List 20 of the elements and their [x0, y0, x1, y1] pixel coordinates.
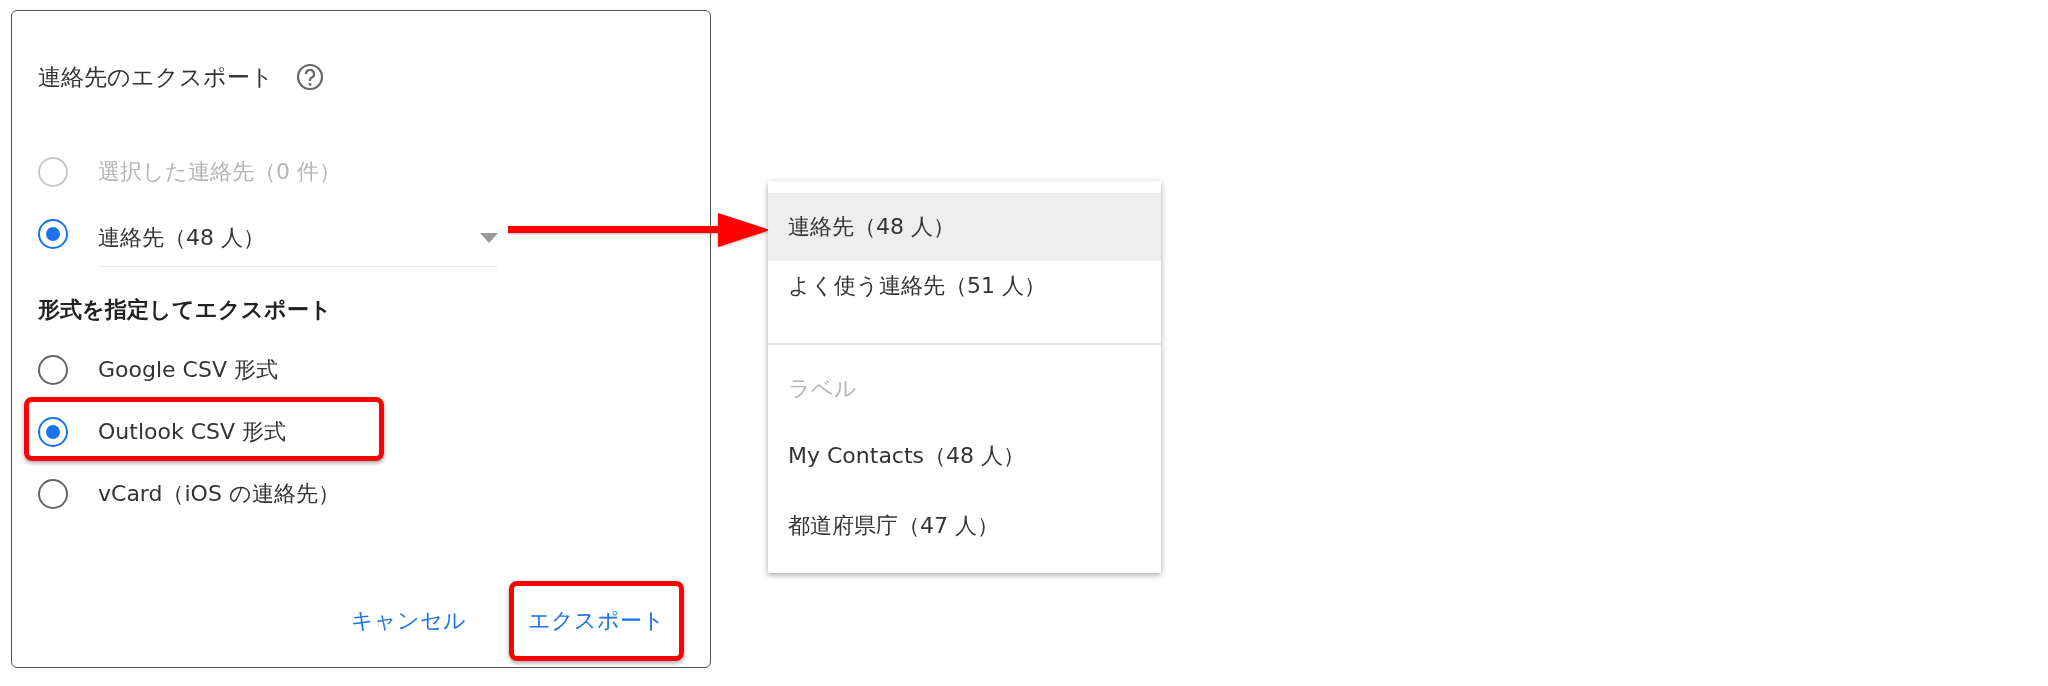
cancel-button[interactable]: キャンセル	[332, 581, 485, 661]
help-icon[interactable]	[296, 63, 324, 91]
contacts-dropdown[interactable]: 連絡先（48 人）	[98, 209, 498, 267]
export-button[interactable]: エクスポート	[509, 581, 684, 661]
menu-section-label: ラベル	[787, 374, 858, 403]
radio-label: 選択した連絡先（0 件）	[98, 158, 341, 186]
radio-label: Outlook CSV 形式	[98, 418, 287, 446]
radio-button[interactable]	[38, 219, 68, 249]
radio-button[interactable]	[38, 479, 68, 509]
radio-button[interactable]	[38, 355, 68, 385]
radio-label: Google CSV 形式	[98, 356, 278, 384]
menu-item[interactable]: My Contacts（48 人）	[768, 420, 1161, 491]
radio-button[interactable]	[38, 417, 68, 447]
dialog-title: 連絡先のエクスポート	[38, 62, 274, 92]
dropdown-caret-icon	[480, 232, 498, 243]
menu-item[interactable]: 都道府県庁（47 人）	[768, 490, 1161, 561]
radio-label: vCard（iOS の連絡先）	[98, 480, 340, 508]
menu-item[interactable]: よく使う連絡先（51 人）	[768, 261, 1161, 343]
section-heading: 形式を指定してエクスポート	[38, 296, 333, 324]
menu-item[interactable]: 連絡先（48 人）	[768, 193, 1161, 261]
